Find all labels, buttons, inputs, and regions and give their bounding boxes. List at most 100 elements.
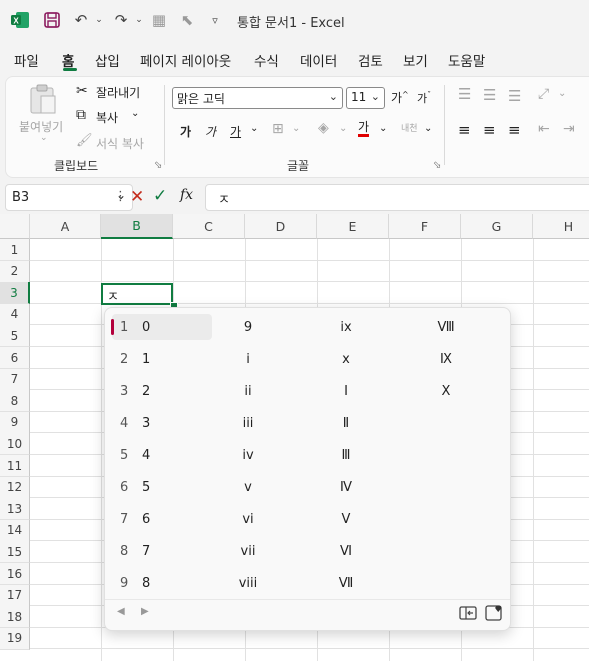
save-icon[interactable] bbox=[41, 9, 63, 31]
candidate-item[interactable]: Ⅵ bbox=[335, 538, 357, 564]
bold-button[interactable]: 가 bbox=[180, 123, 191, 140]
row-header-3[interactable]: 3 bbox=[0, 282, 30, 305]
candidate-item[interactable]: ii bbox=[237, 378, 259, 404]
column-header-b[interactable]: B bbox=[101, 214, 173, 239]
align-right-icon[interactable]: ≡ bbox=[508, 121, 521, 139]
column-header-h[interactable]: H bbox=[533, 214, 589, 239]
align-bottom-icon[interactable]: ☰ bbox=[508, 87, 521, 105]
candidate-item-1[interactable]: 10 bbox=[112, 314, 212, 340]
candidate-item-2[interactable]: 21 bbox=[112, 346, 212, 372]
customize-icon[interactable]: ▿ bbox=[204, 9, 226, 31]
candidate-item[interactable]: v bbox=[237, 474, 259, 500]
candidate-item[interactable]: Ⅲ bbox=[335, 442, 357, 468]
phonetic-dropdown-icon[interactable]: ⌄ bbox=[424, 123, 432, 134]
grow-font-button[interactable]: 가^ bbox=[391, 89, 409, 106]
tab-file[interactable]: 파일 bbox=[14, 50, 39, 70]
column-header-g[interactable]: G bbox=[461, 214, 533, 239]
font-launcher-icon[interactable]: ⬂ bbox=[433, 160, 441, 171]
row-header-11[interactable]: 11 bbox=[0, 455, 30, 477]
candidate-item[interactable]: iii bbox=[237, 410, 259, 436]
column-header-d[interactable]: D bbox=[245, 214, 317, 239]
clipboard-launcher-icon[interactable]: ⬂ bbox=[154, 160, 162, 171]
italic-button[interactable]: 가 bbox=[205, 123, 216, 140]
expand-view-icon[interactable] bbox=[459, 605, 477, 625]
candidate-item[interactable]: vii bbox=[237, 538, 259, 564]
insert-function-button[interactable]: fx bbox=[180, 187, 193, 203]
column-header-c[interactable]: C bbox=[173, 214, 245, 239]
row-header-19[interactable]: 19 bbox=[0, 627, 30, 650]
more-options-icon[interactable]: ⋮ bbox=[114, 189, 127, 204]
row-header-12[interactable]: 12 bbox=[0, 476, 30, 499]
row-header-1[interactable]: 1 bbox=[0, 239, 30, 261]
increase-indent-icon[interactable]: ⇥ bbox=[563, 121, 575, 137]
row-header-5[interactable]: 5 bbox=[0, 325, 30, 348]
favorites-icon[interactable] bbox=[485, 604, 503, 625]
next-page-icon[interactable]: ▶ bbox=[141, 606, 149, 617]
candidate-item-3[interactable]: 32 bbox=[112, 378, 212, 404]
column-header-a[interactable]: A bbox=[30, 214, 101, 239]
format-painter-label[interactable]: 서식 복사 bbox=[96, 135, 144, 152]
active-cell-b3[interactable]: ㅈ bbox=[101, 283, 173, 305]
orientation-dropdown-icon[interactable]: ⌄ bbox=[558, 88, 566, 99]
candidate-item[interactable]: Ⅷ bbox=[435, 314, 457, 340]
shrink-font-button[interactable]: 가ˇ bbox=[417, 90, 431, 106]
form-icon[interactable]: ▦ bbox=[148, 9, 170, 31]
copy-label[interactable]: 복사 bbox=[96, 109, 118, 126]
candidate-item-4[interactable]: 43 bbox=[112, 410, 212, 436]
excel-logo-icon[interactable]: X bbox=[9, 9, 31, 31]
font-color-dropdown-icon[interactable]: ⌄ bbox=[379, 123, 387, 134]
copy-dropdown-icon[interactable]: ⌄ bbox=[131, 108, 139, 119]
fill-color-icon[interactable]: ◈ bbox=[318, 120, 329, 136]
column-header-e[interactable]: E bbox=[317, 214, 389, 239]
select-icon[interactable]: ⬉ bbox=[176, 9, 198, 31]
border-icon[interactable]: ⊞ bbox=[272, 121, 284, 137]
candidate-item[interactable]: Ⅱ bbox=[335, 410, 357, 436]
paste-icon[interactable] bbox=[28, 83, 58, 119]
tab-formulas[interactable]: 수식 bbox=[254, 50, 279, 70]
row-header-14[interactable]: 14 bbox=[0, 519, 30, 542]
candidate-item[interactable]: Ⅶ bbox=[335, 570, 357, 596]
phonetic-button[interactable]: 내천 bbox=[401, 121, 418, 134]
candidate-item-6[interactable]: 65 bbox=[112, 474, 212, 500]
tab-insert[interactable]: 삽입 bbox=[95, 50, 120, 70]
row-header-10[interactable]: 10 bbox=[0, 433, 30, 456]
candidate-item-9[interactable]: 98 bbox=[112, 570, 212, 596]
undo-dropdown-icon[interactable]: ⌄ bbox=[88, 9, 110, 31]
orientation-icon[interactable]: ⤢ bbox=[538, 86, 549, 102]
row-header-18[interactable]: 18 bbox=[0, 606, 30, 629]
row-header-17[interactable]: 17 bbox=[0, 584, 30, 607]
candidate-item[interactable]: Ⅳ bbox=[335, 474, 357, 500]
row-header-13[interactable]: 13 bbox=[0, 498, 30, 521]
underline-button[interactable]: 가 bbox=[230, 123, 241, 140]
candidate-item[interactable]: viii bbox=[237, 570, 259, 596]
cut-label[interactable]: 잘라내기 bbox=[96, 84, 140, 101]
row-header-2[interactable]: 2 bbox=[0, 260, 30, 283]
copy-icon[interactable]: ⧉ bbox=[76, 107, 86, 123]
row-header-16[interactable]: 16 bbox=[0, 563, 30, 585]
redo-dropdown-icon[interactable]: ⌄ bbox=[128, 9, 150, 31]
font-color-button[interactable]: 가 bbox=[358, 121, 370, 137]
candidate-item[interactable]: x bbox=[335, 346, 357, 372]
tab-data[interactable]: 데이터 bbox=[300, 50, 337, 70]
row-header-7[interactable]: 7 bbox=[0, 368, 30, 391]
row-header-8[interactable]: 8 bbox=[0, 390, 30, 413]
candidate-item[interactable]: vi bbox=[237, 506, 259, 532]
row-header-15[interactable]: 15 bbox=[0, 541, 30, 564]
border-dropdown-icon[interactable]: ⌄ bbox=[292, 123, 300, 134]
underline-dropdown-icon[interactable]: ⌄ bbox=[250, 123, 258, 134]
tab-help[interactable]: 도움말 bbox=[448, 50, 485, 70]
fill-dropdown-icon[interactable]: ⌄ bbox=[339, 123, 347, 134]
candidate-item[interactable]: Ⅴ bbox=[335, 506, 357, 532]
candidate-item-7[interactable]: 76 bbox=[112, 506, 212, 532]
candidate-item-5[interactable]: 54 bbox=[112, 442, 212, 468]
candidate-item[interactable]: ix bbox=[335, 314, 357, 340]
decrease-indent-icon[interactable]: ⇤ bbox=[538, 121, 550, 137]
tab-view[interactable]: 보기 bbox=[403, 50, 428, 70]
align-left-icon[interactable]: ≡ bbox=[458, 121, 471, 139]
tab-home[interactable]: 홈 bbox=[62, 50, 74, 70]
align-middle-icon[interactable]: ☰ bbox=[483, 86, 496, 104]
tab-page-layout[interactable]: 페이지 레이아웃 bbox=[140, 50, 231, 70]
align-top-icon[interactable]: ☰ bbox=[458, 85, 471, 103]
row-header-9[interactable]: 9 bbox=[0, 411, 30, 434]
row-header-4[interactable]: 4 bbox=[0, 303, 30, 326]
